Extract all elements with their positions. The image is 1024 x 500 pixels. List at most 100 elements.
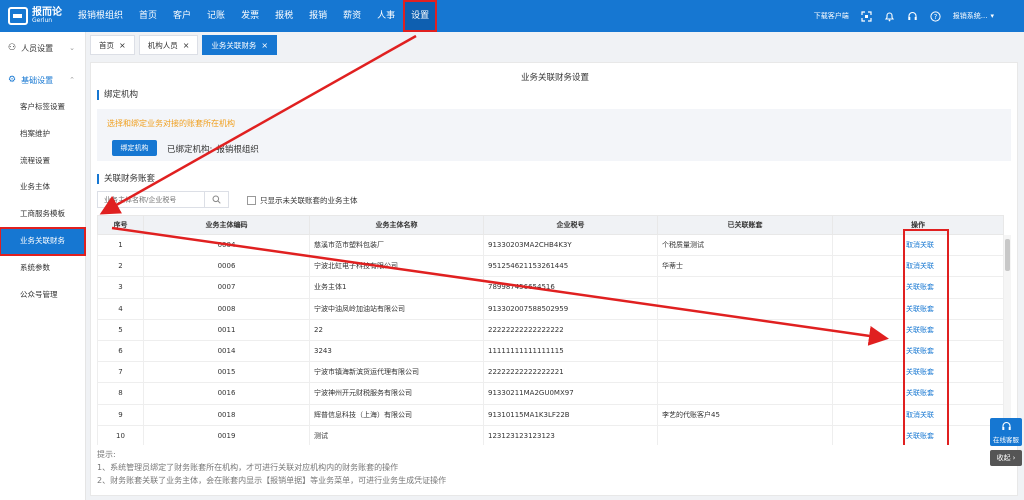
bind-org-button[interactable]: 绑定机构 [112,140,157,156]
nav-reimburse[interactable]: 报销 [301,0,335,32]
cell-name: 宁波市镇海新滨货运代理有限公司 [309,361,484,384]
sidebar-item-archives[interactable]: 档案维护 [0,121,85,148]
table-row: 5 0011 22 22222222222222222 关联账套 [97,318,1004,341]
bind-tip: 选择和绑定业务对接的账套所在机构 [107,119,235,128]
op-link[interactable]: 取消关联 [906,241,934,249]
user-icon: ⚇ [8,43,17,53]
tab-business-finance[interactable]: 业务关联财务 × [202,35,278,55]
nav-bookkeeping[interactable]: 记账 [199,0,233,32]
nav-payroll[interactable]: 薪资 [335,0,369,32]
sidebar-item-customer-tags[interactable]: 客户标签设置 [0,94,85,121]
sidebar-group-basic[interactable]: ⚙ 基础设置 ⌃ [0,66,85,94]
filter-checkbox[interactable] [247,196,256,205]
table-row: 6 0014 3243 11111111111111115 关联账套 [97,339,1004,363]
cell-account [657,276,833,299]
sidebar-item-official-account[interactable]: 公众号管理 [0,282,85,309]
sidebar-item-workflow[interactable]: 流程设置 [0,148,85,175]
collapse-button[interactable]: 收起 › [990,450,1022,466]
sidebar-item-business-entity[interactable]: 业务主体 [0,174,85,201]
table-scrollbar[interactable] [1004,235,1011,445]
col-header-tax: 企业税号 [483,215,658,235]
op-link[interactable]: 关联账套 [906,389,934,397]
op-link[interactable]: 关联账套 [906,347,934,355]
cell-code: 0016 [143,382,310,405]
op-link[interactable]: 关联账套 [906,368,934,376]
nav-invoice[interactable]: 发票 [233,0,267,32]
cell-name: 辉普信息科技（上海）有限公司 [309,403,484,426]
cell-code: 0018 [143,403,310,426]
logo-icon [8,7,28,25]
table-row: 4 0008 宁波中油凤岭加油站有限公司 913302007588502959 … [97,297,1004,320]
search-icon[interactable] [204,192,228,207]
cell-tax: 91330203MA2CHB4K3Y [483,233,658,257]
search-input[interactable] [98,192,204,207]
close-icon[interactable]: × [261,41,268,50]
op-link[interactable]: 取消关联 [906,262,934,270]
online-service-button[interactable]: 在线客服 [990,418,1022,446]
svg-text:?: ? [933,13,937,21]
cell-no: 3 [97,276,144,299]
sidebar-item-business-finance[interactable]: 业务关联财务 [0,226,86,256]
cell-name: 宁波北虹电子科技有限公司 [309,255,484,278]
close-icon[interactable]: × [119,41,126,50]
help-icon[interactable]: ? [930,10,941,22]
finance-section-title: 关联财务账套 [97,174,155,184]
app-logo[interactable]: 报而论 Gerlun [0,0,70,32]
nav-hr[interactable]: 人事 [369,0,403,32]
cell-account: 个税质量测试 [657,233,833,257]
cell-tax: 22222222222222222 [483,318,658,341]
op-link[interactable]: 关联账套 [906,432,934,440]
download-client-link[interactable]: 下载客户端 [814,11,849,21]
sidebar: ⚇ 人员设置 ⌄ ⚙ 基础设置 ⌃ 客户标签设置 档案维护 流程设置 业务主体 … [0,32,86,500]
bound-label: 已绑定机构: [167,145,213,155]
filter-label: 只显示未关联账套的业务主体 [260,196,358,205]
chevron-right-icon: › [1012,454,1016,462]
sidebar-item-service-template[interactable]: 工商服务模板 [0,201,85,228]
col-header-account: 已关联账套 [657,215,833,235]
unlinked-filter[interactable]: 只显示未关联账套的业务主体 [247,195,358,206]
bound-org-info: 已绑定机构: 报销根组织 [167,143,259,155]
customer-service-icon[interactable] [907,11,918,22]
cell-account [657,318,833,341]
notification-bell-icon[interactable] [884,11,895,22]
scrollbar-thumb[interactable] [1005,239,1010,271]
online-service-label: 在线客服 [993,435,1019,444]
table-header-row: 序号 业务主体编码 业务主体名称 企业税号 已关联账套 操作 [97,215,1004,235]
col-header-no: 序号 [97,215,144,235]
nav-settings[interactable]: 设置 [403,0,438,32]
nav-org[interactable]: 报销根组织 [70,0,131,32]
col-header-code: 业务主体编码 [143,215,310,235]
op-link[interactable]: 取消关联 [906,411,934,419]
nav-home[interactable]: 首页 [131,0,165,32]
page-title: 业务关联财务设置 [520,73,589,83]
sidebar-group-personnel[interactable]: ⚇ 人员设置 ⌄ [0,34,85,62]
nav-customer[interactable]: 客户 [165,0,199,32]
cell-name: 22 [309,318,484,341]
fullscreen-icon[interactable] [861,10,872,22]
cell-no: 10 [97,424,144,445]
table-row: 8 0016 宁波神州开元财税服务有限公司 91330211MA2GU0MX97… [97,382,1004,405]
close-icon[interactable]: × [183,41,190,50]
user-menu[interactable]: 报销系统... ▾ [953,11,994,21]
main-content: 业务关联财务设置 绑定机构 选择和绑定业务对接的账套所在机构 绑定机构 已绑定机… [90,62,1018,496]
cell-name: 3243 [309,339,484,363]
col-header-op: 操作 [832,215,1004,235]
tips-title: 提示: [97,450,116,459]
search-box [97,191,229,208]
chevron-down-icon: ⌄ [69,44,75,52]
tab-home[interactable]: 首页 × [90,35,135,55]
nav-tax[interactable]: 报税 [267,0,301,32]
tab-label: 业务关联财务 [211,40,257,50]
sidebar-item-system-params[interactable]: 系统参数 [0,255,85,282]
cell-tax: 91330211MA2GU0MX97 [483,382,658,405]
cell-code: 0004 [143,233,310,257]
tab-org-staff[interactable]: 机构人员 × [138,35,199,55]
op-link[interactable]: 关联账套 [906,326,934,334]
table-row: 9 0018 辉普信息科技（上海）有限公司 91310115MA1K3LF22B… [97,403,1004,426]
op-link[interactable]: 关联账套 [906,305,934,313]
cell-no: 4 [97,297,144,320]
table-row: 10 0019 测试 123123123123123 关联账套 [97,424,1004,445]
tabs-bar: 首页 × 机构人员 × 业务关联财务 × [86,32,1024,58]
main-menu: 报销根组织 首页 客户 记账 发票 报税 报销 薪资 人事 设置 [70,0,438,32]
op-link[interactable]: 关联账套 [906,283,934,291]
